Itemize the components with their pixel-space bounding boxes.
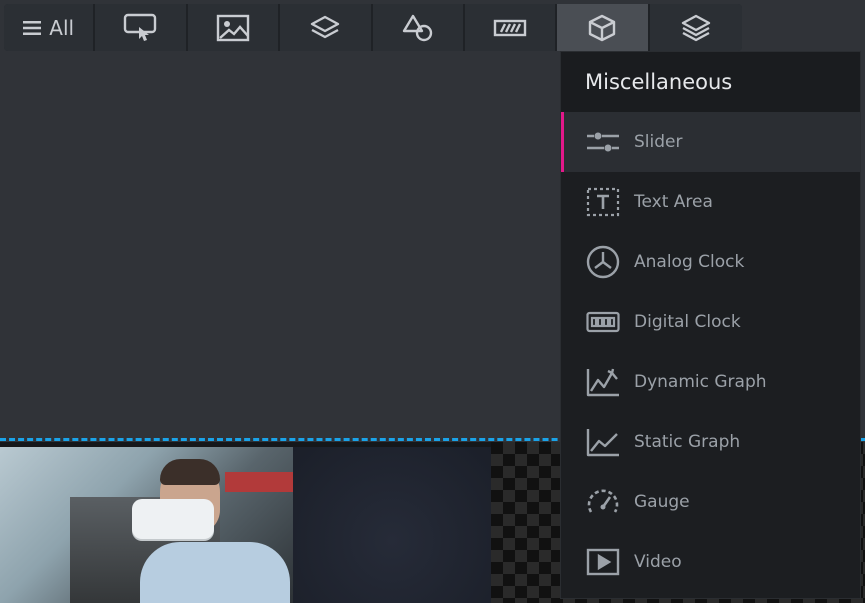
ticker-bar-icon (493, 18, 527, 38)
menu-item-dynamic-graph[interactable]: Dynamic Graph (561, 352, 860, 412)
menu-item-label: Digital Clock (634, 312, 741, 332)
photo-red-machine-part (225, 472, 293, 492)
analog-clock-icon (585, 244, 621, 280)
menu-item-label: Analog Clock (634, 252, 745, 272)
interactive-category-button[interactable] (95, 4, 188, 51)
miscellaneous-category-button[interactable] (557, 4, 650, 51)
gauge-icon (585, 484, 621, 520)
touch-screen-icon (123, 13, 159, 43)
menu-item-analog-clock[interactable]: Analog Clock (561, 232, 860, 292)
menu-item-video[interactable]: Video (561, 532, 860, 592)
static-graph-icon (585, 424, 621, 460)
widget-category-toolbar: All (4, 4, 742, 51)
menu-item-label: Text Area (634, 192, 713, 212)
menu-item-slider[interactable]: Slider (561, 112, 860, 172)
shapes-category-button[interactable] (372, 4, 465, 51)
menu-item-label: Video (634, 552, 682, 572)
menu-item-label: Gauge (634, 492, 690, 512)
stack-category-button[interactable] (649, 4, 742, 51)
cube-icon (586, 13, 618, 43)
vr-headset-photo[interactable] (0, 447, 293, 603)
photo-shirt (140, 542, 290, 603)
menu-item-label: Static Graph (634, 432, 741, 452)
dynamic-graph-icon (585, 364, 621, 400)
miscellaneous-widgets-panel: Miscellaneous Slider Text Area Analog Cl… (561, 52, 860, 598)
photo-vr-headset (132, 499, 214, 539)
text-area-icon (585, 184, 621, 220)
all-categories-button[interactable]: All (4, 4, 96, 51)
photo-hair (160, 459, 220, 485)
video-icon (585, 544, 621, 580)
layers-category-button[interactable] (280, 4, 373, 51)
panel-title: Miscellaneous (561, 52, 860, 112)
menu-item-label: Dynamic Graph (634, 372, 767, 392)
menu-icon (23, 20, 42, 36)
stack-icon (680, 13, 712, 43)
all-label: All (49, 15, 75, 40)
menu-item-gauge[interactable]: Gauge (561, 472, 860, 532)
menu-item-label: Slider (634, 132, 683, 152)
ticker-category-button[interactable] (464, 4, 558, 51)
menu-item-text-area[interactable]: Text Area (561, 172, 860, 232)
dark-background-zone[interactable] (293, 447, 491, 603)
menu-item-static-graph[interactable]: Static Graph (561, 412, 860, 472)
media-category-button[interactable] (187, 4, 281, 51)
image-icon (216, 14, 250, 42)
layers-icon (309, 14, 341, 42)
digital-clock-icon (585, 304, 621, 340)
shapes-icon (401, 13, 435, 43)
menu-item-digital-clock[interactable]: Digital Clock (561, 292, 860, 352)
slider-icon (585, 124, 621, 160)
